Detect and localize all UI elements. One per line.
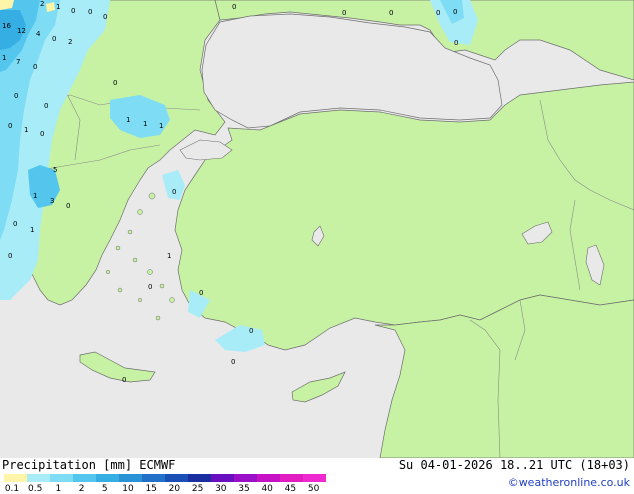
map-value-label: 0	[8, 122, 12, 130]
map-value-label: 5	[53, 166, 57, 174]
map-value-label: 7	[16, 58, 20, 66]
legend-swatch	[73, 474, 96, 482]
map-value-label: 0	[122, 376, 126, 384]
legend-tick-label: 15	[145, 484, 157, 494]
map-value-label: 0	[71, 7, 75, 15]
map-value-label: 0	[232, 3, 236, 11]
precipitation-map: 16 12 4 2 1 0 1 7 0 2 0 0 0 0 0 0 1 1 1 …	[0, 0, 634, 458]
map-value-label: 0	[389, 9, 393, 17]
map-value-label: 1	[159, 122, 163, 130]
map-value-label: 0	[14, 92, 18, 100]
map-footer: Precipitation [mm] ECMWF Su 04-01-2026 1…	[0, 458, 634, 494]
legend-tick-label: 20	[168, 484, 181, 494]
map-value-label: 0	[13, 220, 17, 228]
legend-tick-label: 0.5	[28, 484, 43, 494]
legend-tick-label: 30	[215, 484, 227, 494]
map-value-label: 0	[148, 283, 152, 291]
credit-text: ©weatheronline.co.uk	[507, 476, 630, 489]
legend-tick-label: 5	[101, 484, 108, 494]
map-value-label: 0	[342, 9, 346, 17]
map-value-label: 2	[68, 38, 72, 46]
legend-swatch	[96, 474, 119, 482]
legend-tick-label: 35	[238, 484, 250, 494]
legend-swatch	[211, 474, 234, 482]
map-value-label: 0	[454, 39, 458, 47]
map-value-label: 1	[167, 252, 171, 260]
map-value-label: 1	[30, 226, 34, 234]
map-value-label: 0	[436, 9, 440, 17]
legend-tick-label: 50	[307, 484, 320, 494]
legend-tick-label: 2	[78, 484, 85, 494]
map-value-label: 1	[56, 3, 60, 11]
map-value-label: 4	[36, 30, 41, 38]
map-title: Precipitation [mm] ECMWF	[2, 458, 176, 472]
map-canvas: 16 12 4 2 1 0 1 7 0 2 0 0 0 0 0 0 1 1 1 …	[0, 0, 634, 458]
map-value-label: 1	[143, 120, 147, 128]
legend-swatch	[303, 474, 326, 482]
legend-tick-label: 1	[55, 484, 62, 494]
legend-swatch	[188, 474, 211, 482]
legend-swatch	[142, 474, 165, 482]
legend-tick-label: 40	[261, 484, 273, 494]
map-value-label: 0	[88, 8, 92, 16]
map-value-label: 0	[40, 130, 44, 138]
legend-tick-label: 25	[191, 484, 204, 494]
map-value-label: 0	[8, 252, 12, 260]
map-value-label: 0	[113, 79, 117, 87]
map-value-label: 0	[66, 202, 70, 210]
legend-swatch	[280, 474, 303, 482]
map-value-label: 12	[17, 27, 26, 35]
map-value-label: 1	[24, 126, 28, 134]
legend-tick-label: 45	[284, 484, 297, 494]
legend-swatch	[119, 474, 142, 482]
valid-time: Su 04-01-2026 18..21 UTC (18+03)	[398, 458, 630, 472]
legend-swatch	[165, 474, 188, 482]
legend-swatch	[27, 474, 50, 482]
color-legend	[4, 474, 326, 482]
map-value-label: 0	[199, 289, 203, 297]
map-value-label: 1	[2, 54, 6, 62]
map-value-label: 0	[44, 102, 48, 110]
map-value-label: 0	[453, 8, 457, 16]
map-value-label: 0	[249, 327, 253, 335]
map-value-label: 0	[231, 358, 235, 366]
map-value-label: 0	[172, 188, 176, 196]
map-value-label: 1	[33, 192, 37, 200]
map-value-label: 2	[40, 0, 44, 8]
map-value-label: 0	[52, 35, 56, 43]
map-value-label: 3	[50, 197, 54, 205]
map-value-label: 1	[126, 116, 130, 124]
legend-tick-label: 0.1	[4, 484, 20, 494]
map-value-label: 0	[103, 13, 107, 21]
legend-swatch	[50, 474, 73, 482]
legend-swatch	[257, 474, 280, 482]
legend-tick-label: 10	[122, 484, 134, 494]
map-value-label: 16	[2, 22, 11, 30]
legend-swatch	[234, 474, 257, 482]
map-value-label: 0	[33, 63, 37, 71]
legend-swatch	[4, 474, 27, 482]
